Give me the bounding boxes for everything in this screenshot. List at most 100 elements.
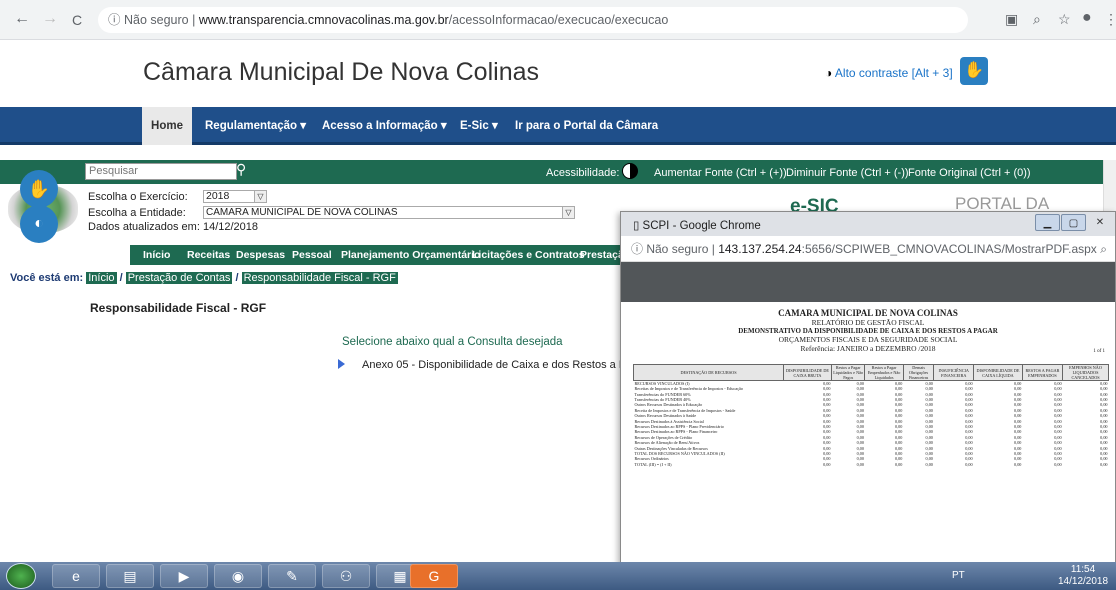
search-input[interactable]: Pesquisar xyxy=(85,163,237,180)
portal-sub-nav: Início Receitas Despesas Pessoal Planeja… xyxy=(130,245,630,265)
pdf-cell-value: 0,00 xyxy=(1054,461,1062,467)
forward-icon[interactable]: → xyxy=(42,10,58,28)
high-contrast-link[interactable]: ◑ Alto contraste [Alt + 3] xyxy=(825,66,953,80)
breadcrumb-label: Você está em: xyxy=(10,272,84,284)
pdf-col-header: Demais Obrigações Financeiras xyxy=(902,364,935,381)
anexo-05-link[interactable]: Anexo 05 - Disponibilidade de Caixa e do… xyxy=(362,359,648,371)
popup-security-label: Não seguro xyxy=(646,242,709,256)
pdf-col-header: INSUFICIÊNCIA FINANCEIRA xyxy=(933,364,975,381)
users-icon[interactable]: ⚇ xyxy=(322,564,370,588)
entidade-select[interactable]: CAMARA MUNICIPAL DE NOVA COLINAS ▽ xyxy=(203,206,575,219)
popup-address-bar[interactable]: ⓘ Não seguro | 143.137.254.24:5656/SCPIW… xyxy=(621,236,1115,262)
address-bar[interactable]: ⓘ Não seguro | www.transparencia.cmnovac… xyxy=(98,7,968,33)
subnav-pessoal[interactable]: Pessoal xyxy=(292,245,332,265)
folder-icon[interactable]: ▤ xyxy=(106,564,154,588)
breadcrumb-inicio[interactable]: Início xyxy=(86,272,117,284)
chevron-down-icon: ▽ xyxy=(562,207,574,218)
font-increase-link[interactable]: Aumentar Fonte (Ctrl + (+)) xyxy=(654,167,787,179)
popup-title-bar[interactable]: ▯ SCPI - Google Chrome ▁ ▢ ✕ xyxy=(621,212,1115,236)
reload-icon[interactable]: C xyxy=(72,12,82,28)
pdf-demonstrativo: DEMONSTRATIVO DA DISPONIBILIDADE DE CAIX… xyxy=(738,327,998,335)
sign-language-icon[interactable]: ✋ xyxy=(20,170,58,208)
popup-title-text: SCPI - Google Chrome xyxy=(642,220,761,232)
contrast-icon[interactable]: ◐ xyxy=(20,205,58,243)
site-title: Câmara Municipal De Nova Colinas xyxy=(143,58,539,86)
popup-title: ▯ SCPI - Google Chrome xyxy=(633,218,761,232)
popup-url-path: :5656/SCPIWEB_CMNOVACOLINAS/MostrarPDF.a… xyxy=(801,242,1097,256)
font-original-link[interactable]: Fonte Original (Ctrl + (0)) xyxy=(908,167,1031,179)
nav-acesso-informacao[interactable]: Acesso a Informação ▾ xyxy=(322,107,447,145)
star-icon[interactable]: ☆ xyxy=(1058,11,1071,28)
exercicio-value: 2018 xyxy=(206,190,230,202)
url-path: /acessoInformacao/execucao/execucao xyxy=(448,13,669,27)
tray-time: 11:54 xyxy=(1070,564,1096,575)
document-icon: ▯ xyxy=(633,220,643,232)
cast-icon[interactable]: ▣ xyxy=(1005,11,1018,28)
search-icon[interactable]: ⚲ xyxy=(236,161,246,178)
nav-regulamentacao[interactable]: Regulamentação ▾ xyxy=(205,107,306,145)
breadcrumb: Você está em: Início / Prestação de Cont… xyxy=(10,272,398,284)
tray-clock[interactable]: 11:54 14/12/2018 xyxy=(1058,564,1108,588)
pdf-row-label: TOTAL (III) = (I + II) xyxy=(634,461,672,467)
pdf-col-header: Restos a Pagar Empenhados e Não Liquidad… xyxy=(864,364,904,381)
subnav-receitas[interactable]: Receitas xyxy=(187,245,230,265)
menu-icon[interactable]: ⋮ xyxy=(1104,11,1116,28)
pdf-table-row: TOTAL (III) = (I + II) 0,00 0,00 0,00 0,00 0,… xyxy=(634,462,1109,467)
entidade-value: CAMARA MUNICIPAL DE NOVA COLINAS xyxy=(206,207,398,218)
tray-date: 14/12/2018 xyxy=(1058,576,1109,587)
info-icon[interactable]: ⓘ xyxy=(108,13,124,27)
subnav-planejamento[interactable]: Planejamento Orçamentário xyxy=(341,245,480,265)
chrome-icon[interactable]: ◉ xyxy=(214,564,262,588)
contrast-icon: ◑ xyxy=(825,66,833,80)
url-host: www.transparencia.cmnovacolinas.ma.gov.b… xyxy=(198,13,449,27)
tray-language[interactable]: PT xyxy=(952,570,965,581)
entidade-label: Escolha a Entidade: xyxy=(88,207,186,219)
pdf-orcamentos: ORÇAMENTOS FISCAIS E DA SEGURIDADE SOCIA… xyxy=(778,335,958,344)
main-nav: Home Regulamentação ▾ Acesso a Informaçã… xyxy=(0,107,1116,145)
pdf-cell-value: 0,00 xyxy=(1014,461,1022,467)
contrast-toggle-icon[interactable] xyxy=(622,163,638,179)
pdf-col-header: DISPONIBILIDADE DE CAIXA BRUTA xyxy=(783,364,832,381)
subnav-inicio[interactable]: Início xyxy=(143,245,170,265)
breadcrumb-prestacao[interactable]: Prestação de Contas xyxy=(125,272,233,284)
start-button[interactable] xyxy=(6,563,36,589)
pdf-report-name: RELATÓRIO DE GESTÃO FISCAL xyxy=(811,318,925,327)
media-player-icon[interactable]: ▶ xyxy=(160,564,208,588)
pdf-page-number: 1 of 1 xyxy=(1093,349,1105,354)
zoom-icon[interactable]: ⌕ xyxy=(1100,236,1107,261)
pdf-header: CAMARA MUNICIPAL DE NOVA COLINAS RELATÓR… xyxy=(621,308,1115,353)
pdf-entity: CAMARA MUNICIPAL DE NOVA COLINAS xyxy=(778,308,958,318)
breadcrumb-rgf[interactable]: Responsabilidade Fiscal - RGF xyxy=(241,272,398,284)
nav-esic[interactable]: E-Sic ▾ xyxy=(460,107,498,145)
browser-toolbar: ← → C ⓘ Não seguro | www.transparencia.c… xyxy=(0,0,1116,40)
pdf-cell-value: 0,00 xyxy=(965,461,973,467)
pdf-table-header: DESTINAÇÃO DE RECURSOS DISPONIBILIDADE DE… xyxy=(633,364,1109,381)
subnav-despesas[interactable]: Despesas xyxy=(236,245,285,265)
popup-url-host: 143.137.254.24 xyxy=(718,242,802,256)
taskbar: e ▤ ▶ ◉ ✎ ⚇ ▦ G xyxy=(0,562,1116,590)
paint-icon[interactable]: ✎ xyxy=(268,564,316,588)
pdf-col-header: RESTOS A PAGAR EMPENHADOS xyxy=(1021,364,1064,381)
nav-home[interactable]: Home xyxy=(142,107,192,145)
minimize-button[interactable]: ▁ xyxy=(1035,214,1060,231)
profile-icon[interactable]: ● xyxy=(1082,9,1092,27)
nav-portal-camara[interactable]: Ir para o Portal da Câmara xyxy=(515,107,658,145)
info-icon[interactable]: ⓘ xyxy=(631,242,646,256)
pdf-table: DESTINAÇÃO DE RECURSOS DISPONIBILIDADE DE… xyxy=(633,364,1109,467)
accessibility-label: Acessibilidade: xyxy=(546,167,620,179)
app-icon[interactable]: G xyxy=(410,564,458,588)
back-icon[interactable]: ← xyxy=(14,10,30,28)
arrow-right-icon xyxy=(338,359,345,369)
pdf-referencia: Referência: JANEIRO a DEZEMBRO /2018 xyxy=(800,344,936,353)
font-decrease-link[interactable]: Diminuir Fonte (Ctrl + (-)) xyxy=(786,167,909,179)
ie-icon[interactable]: e xyxy=(52,564,100,588)
subnav-licitacoes[interactable]: Licitações e Contratos xyxy=(472,245,585,265)
maximize-button[interactable]: ▢ xyxy=(1061,214,1086,231)
zoom-icon[interactable]: ⌕ xyxy=(1033,11,1041,28)
exercicio-select[interactable]: 2018 ▽ xyxy=(203,190,267,203)
last-updated: Dados atualizados em: 14/12/2018 xyxy=(88,221,259,233)
pdf-cell-value: 0,00 xyxy=(1100,461,1108,467)
close-button[interactable]: ✕ xyxy=(1087,214,1113,231)
security-label: Não seguro xyxy=(123,13,189,27)
sign-language-icon[interactable]: ✋ xyxy=(960,57,988,85)
